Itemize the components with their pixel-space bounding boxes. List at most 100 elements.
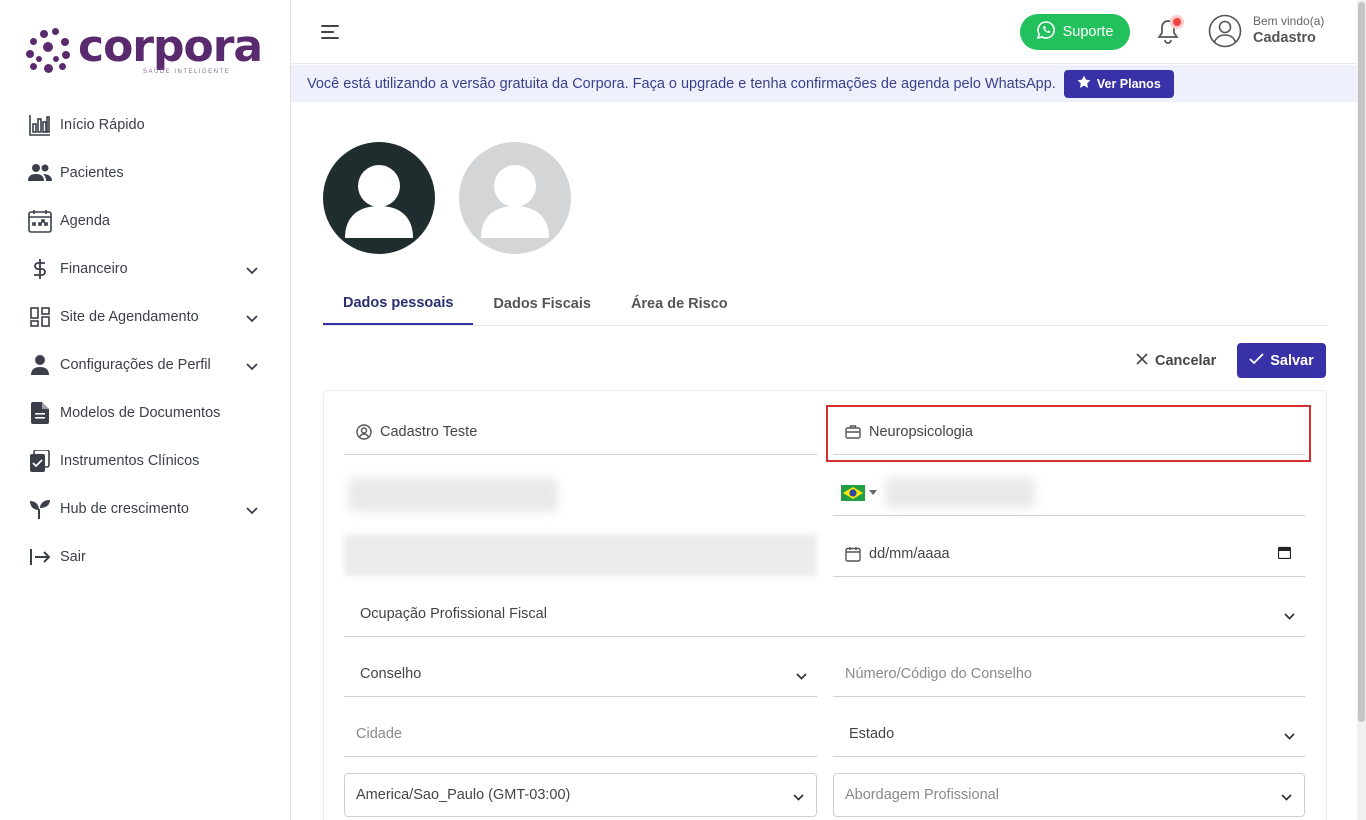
birthdate-placeholder: dd/mm/aaaa <box>869 545 950 562</box>
date-picker-icon[interactable] <box>1277 546 1292 563</box>
highlight-box <box>826 405 1311 462</box>
dollar-icon <box>28 257 52 281</box>
save-label: Salvar <box>1270 352 1314 369</box>
view-plans-button[interactable]: Ver Planos <box>1063 69 1174 98</box>
cancel-button[interactable]: Cancelar <box>1136 344 1216 378</box>
tab-dados-pessoais[interactable]: Dados pessoais <box>323 282 474 325</box>
approach-placeholder: Abordagem Profissional <box>845 787 999 803</box>
support-label: Suporte <box>1062 24 1114 40</box>
secondary-photo[interactable] <box>459 142 571 254</box>
city-input[interactable]: Cidade <box>344 711 817 757</box>
grid-icon <box>28 305 52 329</box>
check-icon <box>1249 352 1264 369</box>
sidebar-item-financeiro[interactable]: Financeiro <box>0 245 290 293</box>
sidebar-item-label: Início Rápido <box>60 117 145 133</box>
chevron-down-icon <box>1281 789 1292 805</box>
profile-tabs: Dados pessoais Dados Fiscais Área de Ris… <box>323 282 1327 326</box>
sidebar-item-instrumentos-clinicos[interactable]: Instrumentos Clínicos <box>0 437 290 485</box>
redacted-cpf-field[interactable] <box>344 534 817 576</box>
person-placeholder-icon <box>481 165 549 238</box>
banner-text: Você está utilizando a versão gratuita d… <box>307 75 1056 92</box>
sidebar-item-inicio-rapido[interactable]: Início Rápido <box>0 101 290 149</box>
timezone-select[interactable]: America/Sao_Paulo (GMT-03:00) <box>344 773 817 817</box>
page-scrollbar[interactable] <box>1357 0 1366 820</box>
sidebar-item-label: Modelos de Documentos <box>60 405 221 421</box>
save-button[interactable]: Salvar <box>1237 343 1326 378</box>
sidebar-item-hub-crescimento[interactable]: Hub de crescimento <box>0 485 290 533</box>
logout-icon <box>28 545 52 569</box>
menu-toggle-icon[interactable] <box>321 24 341 40</box>
tab-dados-fiscais[interactable]: Dados Fiscais <box>473 282 611 325</box>
brazil-flag-icon[interactable] <box>841 484 877 501</box>
chevron-down-icon <box>246 262 258 280</box>
sidebar-item-label: Instrumentos Clínicos <box>60 453 200 469</box>
redacted-phone <box>885 478 1035 508</box>
view-plans-label: Ver Planos <box>1096 76 1161 91</box>
birthdate-field[interactable]: dd/mm/aaaa <box>833 531 1305 577</box>
person-icon <box>28 353 52 377</box>
name-value: Cadastro Teste <box>380 423 478 440</box>
calendar-icon <box>845 546 861 562</box>
approach-select[interactable]: Abordagem Profissional <box>833 773 1305 817</box>
sidebar-item-site-agendamento[interactable]: Site de Agendamento <box>0 293 290 341</box>
name-field[interactable]: Cadastro Teste <box>344 409 817 455</box>
logo-mark-icon <box>26 26 70 76</box>
cancel-label: Cancelar <box>1155 353 1217 369</box>
username: Cadastro <box>1253 30 1316 46</box>
phone-field[interactable] <box>833 470 1305 516</box>
sidebar-item-modelos-documentos[interactable]: Modelos de Documentos <box>0 389 290 437</box>
topbar: Suporte Bem vindo(a) Cadastro <box>291 0 1357 64</box>
person-placeholder-icon <box>345 165 413 238</box>
occupation-label: Ocupação Profissional Fiscal <box>360 605 547 622</box>
brand-tagline: SAÚDE INTELIGENTE <box>143 69 231 75</box>
user-menu[interactable]: Bem vindo(a) Cadastro <box>1208 14 1324 48</box>
profile-photo[interactable] <box>323 142 435 254</box>
whatsapp-icon <box>1036 21 1055 43</box>
council-number-placeholder: Número/Código do Conselho <box>845 665 1032 682</box>
sidebar-item-label: Financeiro <box>60 261 128 277</box>
caret-down-icon <box>869 490 877 495</box>
calendar-icon <box>28 209 52 233</box>
tab-area-risco[interactable]: Área de Risco <box>611 282 748 325</box>
star-icon <box>1077 75 1091 92</box>
brand-name: corpora <box>78 21 263 72</box>
state-label: Estado <box>849 725 895 742</box>
notification-badge <box>1173 18 1181 26</box>
notifications-bell-icon[interactable] <box>1157 18 1183 46</box>
document-icon <box>28 401 52 425</box>
state-select[interactable]: Estado <box>833 711 1305 757</box>
council-label: Conselho <box>360 665 422 682</box>
sidebar-item-configuracoes-perfil[interactable]: Configurações de Perfil <box>0 341 290 389</box>
council-select[interactable]: Conselho <box>344 651 817 697</box>
chevron-down-icon <box>1284 728 1295 744</box>
welcome-text: Bem vindo(a) <box>1253 14 1325 28</box>
support-button[interactable]: Suporte <box>1020 14 1130 50</box>
chevron-down-icon <box>796 668 807 684</box>
scrollbar-thumb[interactable] <box>1358 2 1365 722</box>
sidebar-item-label: Configurações de Perfil <box>60 357 211 373</box>
occupation-select[interactable]: Ocupação Profissional Fiscal <box>344 591 1305 637</box>
user-avatar-icon <box>1208 14 1242 48</box>
sidebar-item-pacientes[interactable]: Pacientes <box>0 149 290 197</box>
timezone-value: America/Sao_Paulo (GMT-03:00) <box>356 787 571 803</box>
sidebar-item-label: Site de Agendamento <box>60 309 199 325</box>
bar-chart-icon <box>28 113 52 137</box>
sprout-icon <box>28 497 52 521</box>
redacted-email-field[interactable] <box>348 478 558 512</box>
chevron-down-icon <box>246 310 258 328</box>
upgrade-banner: Você está utilizando a versão gratuita d… <box>291 65 1357 102</box>
sidebar-item-label: Hub de crescimento <box>60 501 189 517</box>
city-placeholder: Cidade <box>356 725 402 742</box>
users-icon <box>28 161 52 185</box>
council-number-input[interactable]: Número/Código do Conselho <box>833 651 1305 697</box>
close-icon <box>1136 353 1148 369</box>
sidebar-item-agenda[interactable]: Agenda <box>0 197 290 245</box>
chevron-down-icon <box>246 502 258 520</box>
clipboard-check-icon <box>28 449 52 473</box>
sidebar-item-label: Pacientes <box>60 165 124 181</box>
user-circle-icon <box>356 423 372 440</box>
chevron-down-icon <box>1284 608 1295 624</box>
sidebar-item-sair[interactable]: Sair <box>0 533 290 581</box>
chevron-down-icon <box>246 358 258 376</box>
sidebar: corpora SAÚDE INTELIGENTE Início Rápido … <box>0 0 291 820</box>
